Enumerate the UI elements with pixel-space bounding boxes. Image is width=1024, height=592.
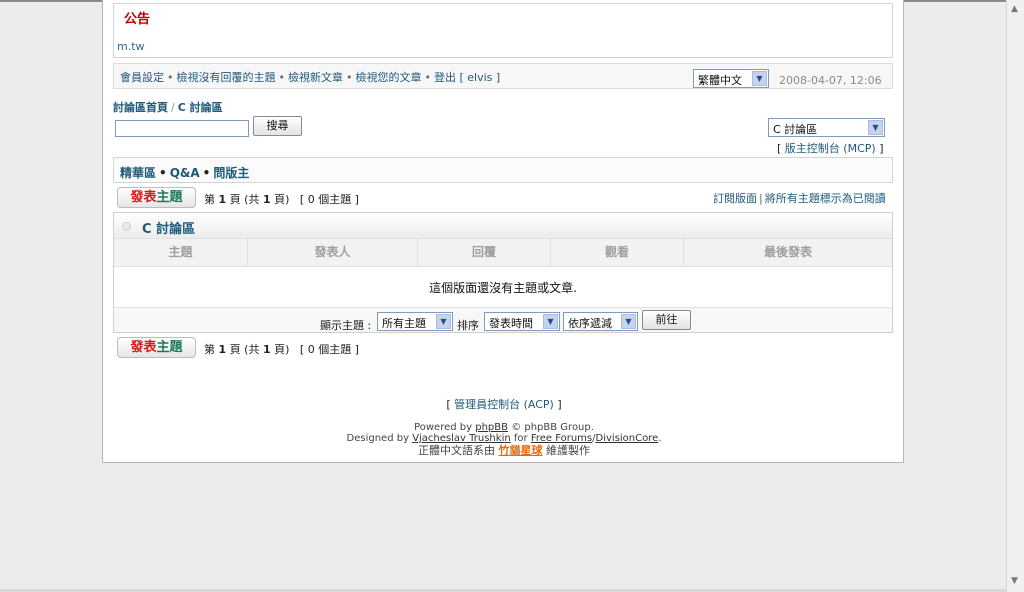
user-navbar: 會員設定 • 檢視沒有回覆的主題 • 檢視新文章 • 檢視您的文章 • 登出 [ elvis ]… [113, 63, 893, 89]
new-topic-button[interactable]: 發表主題 [117, 187, 196, 208]
breadcrumb-home[interactable]: 討論區首頁 [113, 101, 168, 114]
current-datetime: 2008-04-07, 12:06 [779, 74, 882, 87]
column-views: 觀看 [551, 239, 684, 267]
user-nav-links: 會員設定 • 檢視沒有回覆的主題 • 檢視新文章 • 檢視您的文章 • 登出 [ elvis ] [120, 71, 501, 84]
forum-jump-select[interactable]: C 討論區 ▼ [768, 118, 885, 137]
column-last-post: 最後發表 [684, 239, 892, 267]
subnav-item-featured[interactable]: 精華區 [120, 166, 156, 180]
forum-page: 公告 m.tw 會員設定 • 檢視沒有回覆的主題 • 檢視新文章 • 檢視您的文章 • 登出 [… [102, 0, 904, 463]
announcement-title: 公告 [124, 12, 151, 27]
topic-list-header: C 討論區 [114, 213, 892, 239]
nav-user-settings[interactable]: 會員設定 [120, 71, 164, 84]
announcement-box: 公告 m.tw [113, 3, 893, 58]
pagination-top: 第 1 頁 (共 1 頁) [ 0 個主題 ] [204, 193, 359, 206]
topic-list-panel: C 討論區 主題 發表人 回覆 觀看 最後發表 這個版面還沒有主題或文章. 顯示… [113, 212, 893, 333]
mcp-link[interactable]: 版主控制台 (MCP) [785, 142, 876, 155]
search-input[interactable] [115, 120, 249, 137]
new-topic-button-bottom[interactable]: 發表主題 [117, 337, 196, 358]
search-button[interactable]: 搜尋 [253, 116, 302, 136]
phpbb-link[interactable]: phpBB [475, 422, 508, 433]
sort-order-select[interactable]: 依序遞減 ▼ [563, 312, 638, 331]
display-topics-select[interactable]: 所有主題 ▼ [377, 312, 453, 331]
breadcrumb-current[interactable]: C 討論區 [178, 101, 223, 114]
subnav-item-qa[interactable]: Q&A [170, 166, 200, 180]
column-replies: 回覆 [418, 239, 551, 267]
acp-link[interactable]: 管理員控制台 (ACP) [454, 398, 554, 411]
display-topics-label: 顯示主題 : [320, 319, 372, 332]
mark-all-read-link[interactable]: 將所有主題標示為已閱讀 [765, 192, 886, 205]
vertical-scrollbar[interactable]: ▲ ▼ [1006, 0, 1024, 592]
breadcrumb: 討論區首頁 / C 討論區 [113, 101, 223, 114]
sort-by-select[interactable]: 發表時間 ▼ [484, 312, 560, 331]
pagination-bottom: 第 1 頁 (共 1 頁) [ 0 個主題 ] [204, 343, 359, 356]
nav-logout[interactable]: 登出 [ elvis ] [434, 71, 500, 84]
subnav-item-ask-moderator[interactable]: 問版主 [213, 166, 249, 180]
forum-subnav: 精華區 • Q&A • 問版主 [113, 157, 893, 183]
chevron-down-icon: ▼ [868, 120, 883, 135]
powered-by: Powered by phpBB © phpBB Group. [414, 422, 594, 433]
scroll-up-icon[interactable]: ▲ [1011, 4, 1018, 14]
forum-title[interactable]: C 討論區 [142, 218, 195, 237]
nav-unanswered-topics[interactable]: 檢視沒有回覆的主題 [177, 71, 276, 84]
column-topic: 主題 [114, 239, 248, 267]
chevron-down-icon: ▼ [543, 314, 558, 329]
acp-link-wrapper: [ 管理員控制台 (ACP) ] [446, 398, 562, 411]
announcement-text[interactable]: m.tw [117, 40, 145, 53]
translator-link[interactable]: 竹貓星球 [499, 444, 543, 457]
topic-filter-bar: 顯示主題 : 所有主題 ▼ 排序 發表時間 ▼ 依序遞減 ▼ 前往 [114, 307, 892, 332]
no-topics-message: 這個版面還沒有主題或文章. [429, 281, 577, 295]
column-author: 發表人 [248, 239, 418, 267]
nav-new-posts[interactable]: 檢視新文章 [288, 71, 343, 84]
translation-credit: 正體中文語系由 竹貓星球 維護製作 [418, 444, 590, 457]
subscribe-forum-link[interactable]: 訂閱版面 [713, 192, 757, 205]
forum-status-icon [122, 222, 131, 231]
mcp-link-wrapper: [ 版主控制台 (MCP) ] [777, 142, 884, 155]
chevron-down-icon: ▼ [752, 71, 767, 86]
chevron-down-icon: ▼ [436, 314, 451, 329]
go-button[interactable]: 前往 [642, 310, 691, 330]
chevron-down-icon: ▼ [621, 314, 636, 329]
forum-actions: 訂閱版面 | 將所有主題標示為已閱讀 [713, 192, 886, 205]
nav-your-posts[interactable]: 檢視您的文章 [356, 71, 422, 84]
sort-label: 排序 [457, 319, 479, 332]
scroll-down-icon[interactable]: ▼ [1011, 576, 1018, 586]
language-select[interactable]: 繁體中文 ▼ [693, 69, 769, 88]
